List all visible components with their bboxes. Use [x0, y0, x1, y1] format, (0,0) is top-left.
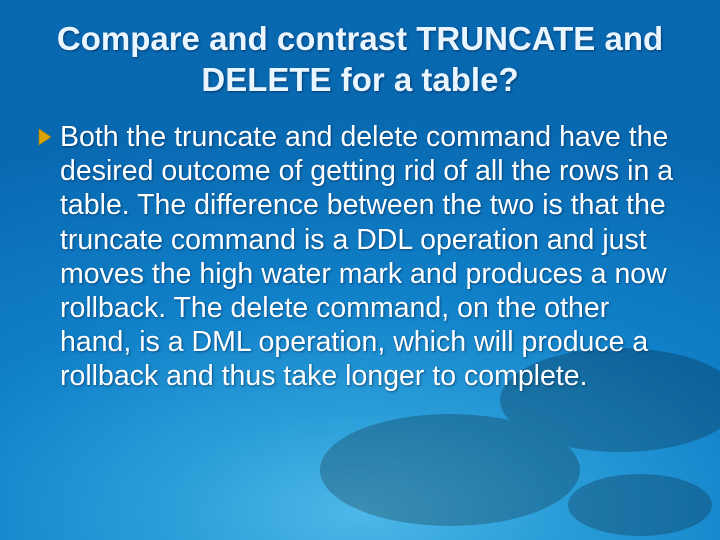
- slide-body: Both the truncate and delete command hav…: [36, 120, 684, 394]
- bullet-item: Both the truncate and delete command hav…: [36, 120, 684, 394]
- slide: Compare and contrast TRUNCATE and DELETE…: [0, 0, 720, 540]
- slide-title: Compare and contrast TRUNCATE and DELETE…: [0, 18, 720, 101]
- bullet-text: Both the truncate and delete command hav…: [60, 120, 684, 394]
- chevron-right-icon: [36, 128, 54, 146]
